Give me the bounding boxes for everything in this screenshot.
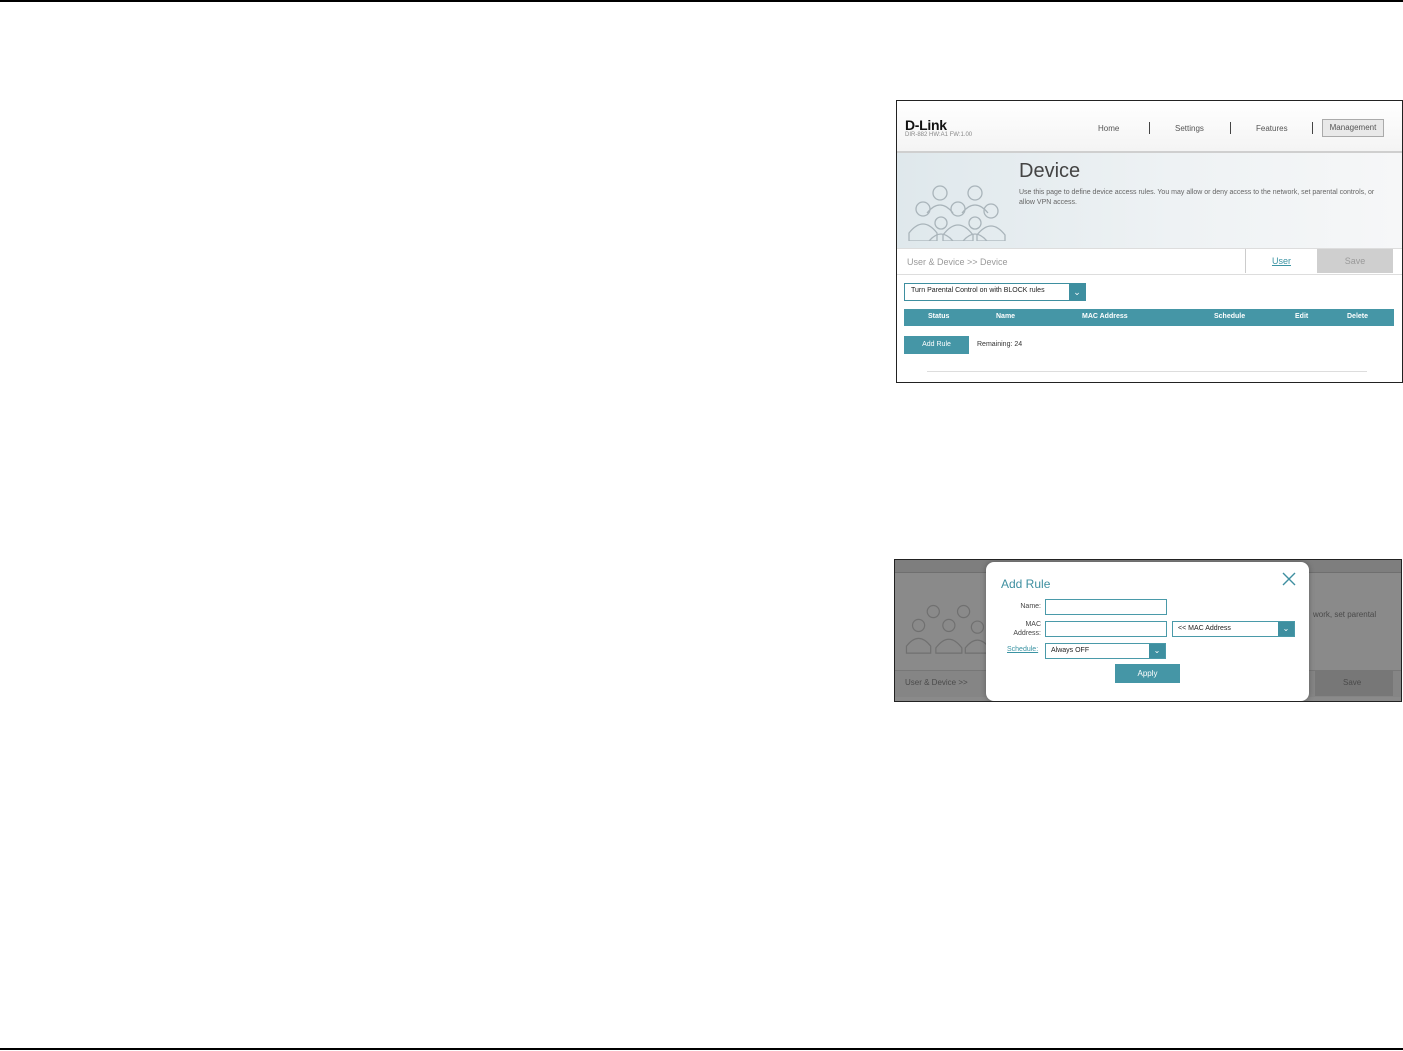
mac-select-value: << MAC Address: [1178, 625, 1231, 632]
nav-separator: [1230, 122, 1231, 134]
nav-features[interactable]: Features: [1256, 124, 1288, 133]
col-name: Name: [996, 313, 1016, 320]
footer-divider: [927, 371, 1367, 372]
rules-table-header: Status Name MAC Address Schedule Edit De…: [904, 309, 1394, 326]
page-description: Use this page to define device access ru…: [1019, 189, 1375, 206]
add-rule-button[interactable]: Add Rule: [904, 336, 969, 354]
parental-control-select[interactable]: Turn Parental Control on with BLOCK rule…: [904, 283, 1086, 301]
dlink-logo: D-Link: [905, 117, 947, 133]
firmware-label: DIR-882 HW:A1 FW:1.00: [905, 132, 973, 138]
mac-address-field[interactable]: [1045, 621, 1167, 637]
parental-control-value: Turn Parental Control on with BLOCK rule…: [911, 287, 1045, 294]
name-label: Name:: [1020, 603, 1041, 610]
apply-button[interactable]: Apply: [1115, 664, 1180, 683]
nav-separator: [1149, 122, 1150, 134]
remaining-count: Remaining: 24: [977, 341, 1023, 348]
schedule-link[interactable]: Schedule:: [1007, 646, 1038, 653]
dimmed-breadcrumb: User & Device >>: [905, 678, 968, 687]
nav-home[interactable]: Home: [1098, 124, 1119, 133]
breadcrumb-bar: User & Device >> Device User Save: [897, 248, 1402, 275]
breadcrumb: User & Device >> Device: [907, 257, 1008, 267]
users-group-icon: [905, 604, 991, 654]
header-bar: D-Link DIR-882 HW:A1 FW:1.00 Home Settin…: [897, 101, 1402, 153]
nav-management[interactable]: Management: [1322, 119, 1384, 137]
top-rule: [0, 0, 1403, 2]
page-title: Device: [1019, 160, 1081, 182]
save-button[interactable]: Save: [1317, 249, 1393, 273]
col-schedule: Schedule: [1214, 313, 1246, 320]
nav-separator: [1312, 122, 1313, 134]
mac-label-line2: Address:: [1013, 630, 1041, 637]
page-banner: Device Use this page to define device ac…: [897, 153, 1402, 248]
col-mac-address: MAC Address: [1082, 313, 1128, 320]
col-status: Status: [928, 313, 950, 320]
dimmed-save-button: Save: [1343, 678, 1362, 687]
mac-address-select[interactable]: << MAC Address ⌄: [1172, 621, 1295, 637]
schedule-value: Always OFF: [1051, 647, 1090, 654]
chevron-down-icon[interactable]: ⌄: [1069, 284, 1085, 300]
col-edit: Edit: [1295, 313, 1309, 320]
user-link[interactable]: User: [1245, 249, 1317, 273]
dimmed-description: work, set parental: [1313, 610, 1377, 619]
users-group-icon: [908, 185, 1006, 241]
add-rule-dialog: Add Rule Name: MAC Address: << MAC Addre…: [986, 562, 1309, 701]
col-delete: Delete: [1347, 313, 1369, 320]
add-rule-screenshot: work, set parental User & Device >> Save…: [894, 559, 1402, 702]
dialog-title: Add Rule: [1001, 577, 1051, 591]
schedule-select[interactable]: Always OFF ⌄: [1045, 643, 1166, 659]
device-page-screenshot: D-Link DIR-882 HW:A1 FW:1.00 Home Settin…: [896, 100, 1403, 383]
chevron-down-icon[interactable]: ⌄: [1149, 644, 1165, 658]
mac-label-line1: MAC: [1025, 621, 1041, 628]
chevron-down-icon[interactable]: ⌄: [1278, 622, 1294, 636]
name-field[interactable]: [1045, 599, 1167, 615]
nav-settings[interactable]: Settings: [1175, 124, 1204, 133]
bottom-rule: [0, 1048, 1403, 1050]
close-icon[interactable]: [1281, 571, 1297, 587]
